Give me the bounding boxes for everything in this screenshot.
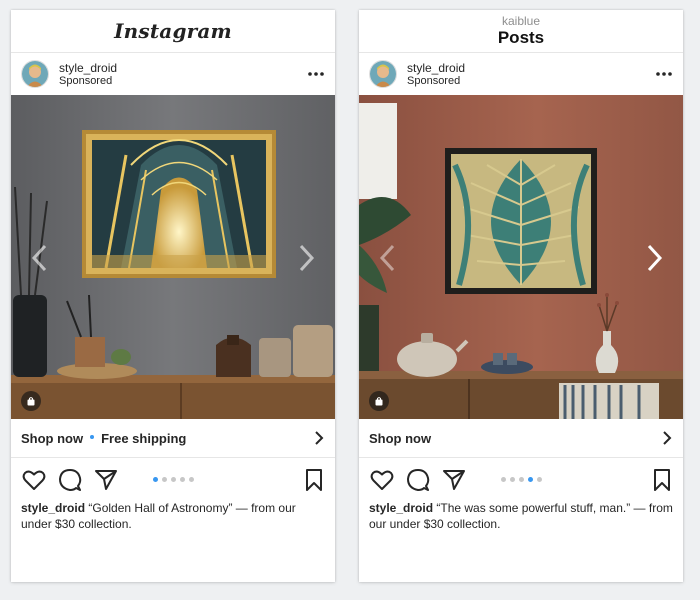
shop-now-label: Shop now <box>21 430 84 446</box>
free-shipping-label: Free shipping <box>101 430 187 446</box>
chevron-right-icon[interactable] <box>643 243 665 273</box>
chevron-right-icon[interactable] <box>295 243 317 273</box>
separator-dot <box>90 435 95 439</box>
post-username[interactable]: style_droid <box>59 61 117 75</box>
profile-header: kaiblue Posts <box>359 10 683 53</box>
carousel-dot <box>500 477 506 482</box>
more-icon[interactable] <box>655 66 673 82</box>
instagram-logo: Instagram <box>114 19 232 43</box>
shopping-bag-icon[interactable] <box>21 391 41 411</box>
shop-now-bar[interactable]: Shop now Free shipping <box>11 419 335 458</box>
carousel-dot <box>509 477 515 482</box>
post-caption: style_droid “Golden Hall of Astronomy” —… <box>11 500 335 532</box>
carousel-dot <box>179 477 185 482</box>
more-icon[interactable] <box>307 66 325 82</box>
carousel-dot <box>161 477 167 482</box>
caption-username[interactable]: style_droid <box>21 501 85 515</box>
carousel-dot <box>536 477 542 482</box>
carousel-dot <box>518 477 524 482</box>
action-bar <box>11 458 335 500</box>
avatar[interactable] <box>21 60 49 88</box>
carousel-dot <box>152 477 158 482</box>
sponsored-label: Sponsored <box>59 74 113 87</box>
carousel-dot <box>527 477 533 482</box>
chevron-right-icon <box>315 431 324 445</box>
action-bar <box>359 458 683 500</box>
carousel-indicator <box>11 477 335 482</box>
carousel-dot <box>188 477 194 482</box>
carousel-indicator <box>359 477 683 482</box>
post-image[interactable] <box>11 95 335 419</box>
chevron-right-icon <box>663 431 672 445</box>
profile-handle: kaiblue <box>501 14 541 28</box>
post-image[interactable] <box>359 95 683 419</box>
avatar[interactable] <box>369 60 397 88</box>
page-title: Posts <box>497 28 545 47</box>
sponsored-label: Sponsored <box>407 74 461 87</box>
shopping-bag-icon[interactable] <box>369 391 389 411</box>
chevron-left-icon[interactable] <box>377 243 399 273</box>
post-header: style_droid Sponsored <box>359 53 683 95</box>
post-caption: style_droid “The was some powerful stuff… <box>359 500 683 532</box>
bookmark-icon[interactable] <box>301 467 327 493</box>
bookmark-icon[interactable] <box>649 467 675 493</box>
post-header: style_droid Sponsored <box>11 53 335 95</box>
post-card-right: kaiblue Posts style_droid Sponsored Shop… <box>359 10 683 582</box>
carousel-dot <box>170 477 176 482</box>
app-header: Instagram <box>11 10 335 53</box>
caption-username[interactable]: style_droid <box>369 501 433 515</box>
post-username[interactable]: style_droid <box>407 61 465 75</box>
post-card-left: Instagram style_droid Sponsored Shop now… <box>11 10 335 582</box>
shop-now-label: Shop now <box>369 430 432 446</box>
chevron-left-icon[interactable] <box>29 243 51 273</box>
shop-now-bar[interactable]: Shop now <box>359 419 683 458</box>
